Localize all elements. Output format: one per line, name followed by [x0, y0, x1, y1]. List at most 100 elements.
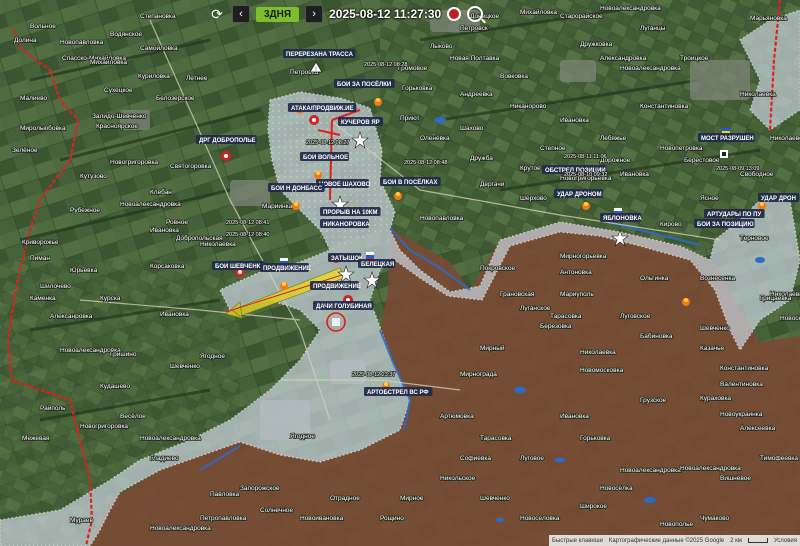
event-callout[interactable]: МОСТ РАЗРУШЕН — [698, 133, 755, 142]
refresh-icon[interactable]: ⟳ — [208, 5, 226, 23]
village-label: Кутузово — [80, 173, 107, 180]
village-label: Валентиновка — [720, 381, 763, 388]
explosion-icon[interactable] — [221, 151, 231, 161]
village-label: Луганское — [520, 305, 551, 312]
event-callout[interactable]: ДРГ ДОБРОПОЛЬЕ — [196, 135, 257, 144]
fire-icon[interactable] — [682, 298, 690, 306]
prev-period-button[interactable]: ‹ — [232, 5, 250, 23]
fire-icon[interactable] — [292, 202, 300, 210]
event-callout[interactable]: ДАЧИ ГОЛУБИНАЯ — [313, 301, 374, 310]
period-selector[interactable]: 3ДНЯ — [256, 6, 300, 22]
village-label: Ягодное — [200, 353, 225, 360]
event-title: БОИ В ПОСЁЛКАХ — [383, 179, 438, 186]
event-title: АТАКА/ПРОДВИЖ.ИЕ — [291, 106, 353, 112]
village-label: Ивановка — [150, 227, 179, 234]
event-callout[interactable]: КУЧЕРОВ ЯР — [338, 117, 383, 126]
event-callout[interactable]: БОИ В ПОСЁЛКАХ — [380, 177, 441, 186]
event-callout[interactable]: БОИ Н ДОНБАСС — [268, 183, 325, 192]
map-data-text: Картографические данные ©2025 Google — [608, 537, 725, 544]
village-label: Новопавловка — [60, 39, 104, 46]
village-label: Широкое — [580, 503, 607, 510]
village-label: Ягодное — [290, 433, 315, 440]
search-icon[interactable] — [467, 6, 484, 22]
target-icon[interactable] — [720, 150, 728, 158]
village-label: Рощино — [380, 515, 404, 522]
village-label: Шевченко — [170, 363, 200, 370]
explosion-icon[interactable] — [309, 115, 319, 125]
village-label: Новоалександровка — [600, 5, 661, 12]
village-label: Павловка — [210, 491, 240, 498]
village-label: Грицаевка — [760, 295, 792, 302]
village-label: Гладиево — [150, 455, 179, 462]
village-label: Корсаковка — [150, 263, 185, 270]
fire-icon[interactable] — [582, 202, 590, 210]
event-title: АРТУДАРЫ ПО ПУ — [707, 212, 761, 218]
village-label: Горьковка — [402, 85, 433, 92]
event-callout[interactable]: ПРОДВИЖЕНИЕ — [310, 281, 361, 290]
village-label: Степановка — [140, 13, 176, 20]
event-timestamp: 2025-08-12 08:40 — [226, 232, 269, 238]
event-title: ЯБЛОНОВКА — [603, 216, 642, 222]
event-callout[interactable]: ЯБЛОНОВКА — [600, 213, 642, 222]
terms-link[interactable]: Условия — [774, 538, 797, 544]
event-timestamp: 2025-08-12 23:37 — [352, 372, 395, 378]
village-label: Шевченко — [480, 495, 510, 502]
record-icon[interactable] — [447, 7, 462, 21]
event-timestamp: 2025-08-12 08:48 — [404, 160, 447, 166]
village-label: Оленёвка — [420, 135, 450, 142]
event-callout[interactable]: ПЕРЕРЕЗАНА ТРАССА — [283, 49, 356, 58]
satellite-map[interactable]: Степановка Вольное Долина Новопавловка Водян… — [0, 0, 800, 546]
village-label: Михайловка — [520, 8, 557, 16]
village-label: Петропавловка — [200, 515, 247, 522]
event-callout[interactable]: АРТУДАРЫ ПО ПУ — [704, 209, 765, 218]
event-callout[interactable]: АТАКА/ПРОДВИЖ.ИЕ — [288, 103, 357, 112]
village-label: Куриловка — [138, 73, 170, 80]
village-label: Запорожское — [240, 485, 280, 492]
map-attribution: Быстрые клавиши Картографические данные … — [549, 535, 800, 546]
village-label: Чумаково — [700, 515, 730, 522]
event-callout[interactable]: УДАР ДРОН — [758, 193, 800, 202]
village-label: Клебан — [150, 188, 172, 196]
village-label: Терновое — [740, 235, 769, 242]
event-callout[interactable]: ЗАТЫШОК — [328, 253, 363, 262]
event-callout[interactable]: ПРОДВИЖЕНИЕ — [260, 263, 311, 272]
shortcuts-link[interactable]: Быстрые клавиши — [552, 538, 603, 544]
village-label: Казачье — [700, 345, 725, 352]
village-label: Горьковка — [580, 435, 611, 442]
event-callout[interactable]: БОИ ЗА ПОЗИЦИЮ — [694, 219, 755, 228]
event-callout[interactable]: БОИ ШЕВЧЕНКО — [212, 261, 265, 270]
event-callout[interactable]: ПРОРЫВ НА 10КМ — [320, 207, 381, 216]
event-title: АРТОБСТРЕЛ ВС РФ — [367, 390, 429, 396]
fire-icon[interactable] — [758, 202, 766, 210]
village-label: Красноярское — [96, 123, 138, 130]
village-label: Ясное — [700, 195, 719, 202]
village-label: Луговское — [620, 313, 651, 320]
event-callout[interactable]: БОИ ВОЛЬНОЕ — [300, 152, 349, 161]
village-label: Долина — [14, 37, 37, 44]
village-label: Мирнограда — [460, 371, 497, 378]
next-period-button[interactable]: › — [305, 5, 324, 23]
fire-icon[interactable] — [394, 192, 402, 200]
event-callout[interactable]: НИКАНОРОВКА — [320, 219, 370, 228]
event-callout[interactable]: БОИ ЗА ПОСЁЛКИ — [334, 79, 395, 88]
event-title: УДАР ДРОНОМ — [557, 192, 602, 198]
fire-icon[interactable] — [314, 171, 322, 179]
village-label: Новопетровка — [660, 145, 703, 152]
village-label: Межевая — [22, 435, 50, 442]
village-label: Мариуполь — [560, 291, 594, 298]
village-label: Михайловка — [90, 58, 127, 66]
event-callout[interactable]: БЕЛЕЦКАЯ — [358, 259, 396, 268]
event-callout[interactable]: УДАР ДРОНОМ — [554, 189, 603, 198]
village-label: Каменка — [30, 295, 56, 302]
event-title: БОИ ШЕВЧЕНКО — [215, 264, 265, 270]
village-label: Новосёлка — [600, 485, 633, 492]
village-label: Мирное — [400, 495, 424, 502]
village-label: Кудашево — [100, 383, 130, 390]
fire-icon[interactable] — [374, 98, 382, 106]
fire-icon[interactable] — [280, 282, 288, 290]
village-label: Залидо-Шевченко — [92, 113, 147, 120]
event-callout[interactable]: АРТОБСТРЕЛ ВС РФ — [364, 387, 433, 396]
event-title: БОИ ЗА ПОСЁЛКИ — [337, 81, 391, 88]
event-title: НОВОЕ ШАХОВО — [319, 182, 371, 188]
village-label: Новогригоровка — [110, 159, 158, 166]
